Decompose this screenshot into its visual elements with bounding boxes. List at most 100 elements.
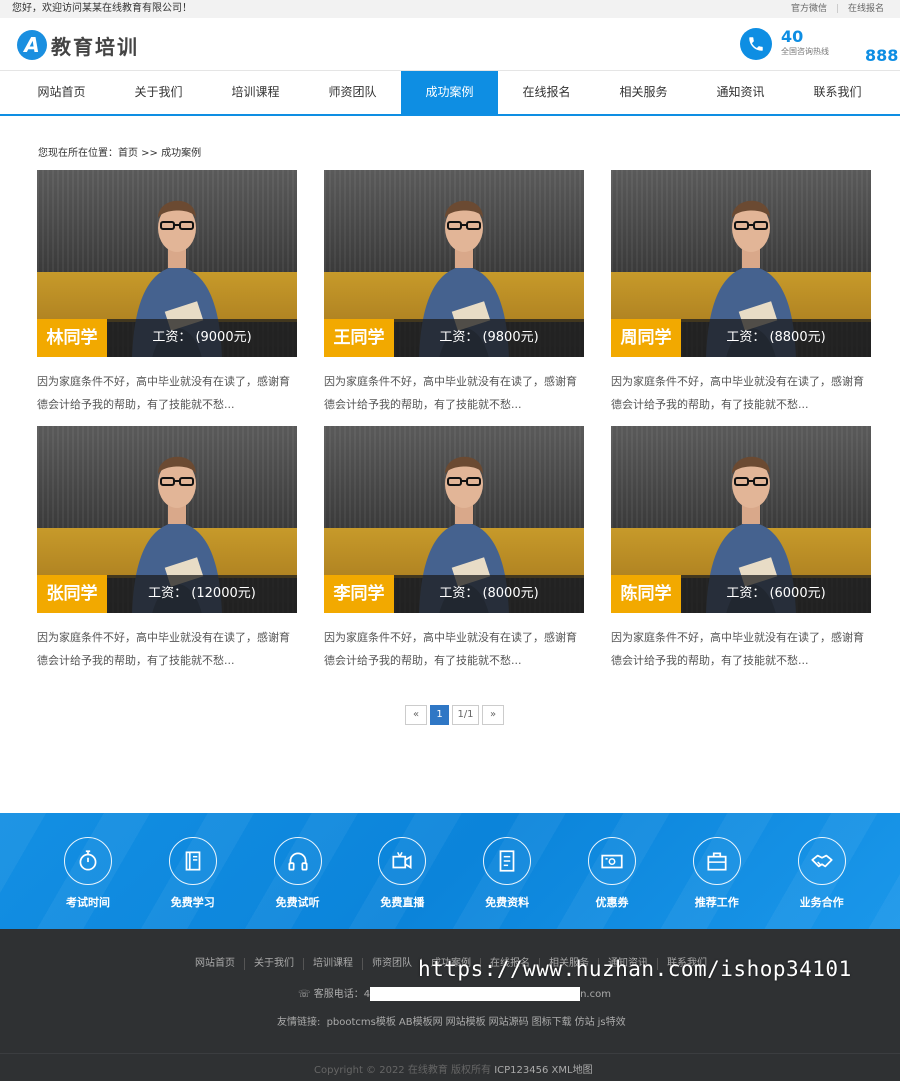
service-item[interactable]: 免费直播 — [357, 837, 447, 910]
signup-link[interactable]: 在线报名 — [848, 4, 884, 14]
nav-item[interactable]: 相关服务 — [595, 71, 692, 114]
logo-text: 教育培训 — [51, 34, 139, 59]
nav-item[interactable]: 网站首页 — [13, 71, 110, 114]
service-label: 免费试听 — [275, 896, 320, 909]
nav-item[interactable]: 培训课程 — [207, 71, 304, 114]
student-salary: 工资： (12000元) — [148, 586, 256, 601]
student-salary: 工资： (9000元) — [152, 330, 252, 345]
wechat-link[interactable]: 官方微信 — [791, 4, 827, 14]
student-salary: 工资： (8800元) — [726, 330, 826, 345]
footer-phone-label: 客服电话：4 — [313, 989, 371, 1000]
phone-small-icon: ☏ — [298, 989, 311, 1000]
case-image[interactable]: 张同学 工资： (12000元) — [37, 426, 297, 613]
friend-links: 友情链接: pbootcms模板 AB模板网 网站模板 网站源码 图标下载 仿站 js特效 — [277, 1013, 629, 1028]
case-card[interactable]: 张同学 工资： (12000元) 因为家庭条件不好，高中毕业就没有在读了，感谢育… — [37, 426, 297, 672]
sitemap-link[interactable]: XML地图 — [552, 1065, 593, 1076]
breadcrumb: 您现在所在位置：首页 >> 成功案例 — [38, 148, 202, 159]
student-salary: 工资： (8000元) — [439, 586, 539, 601]
footer-nav-item[interactable]: 关于我们 — [244, 958, 303, 970]
case-description[interactable]: 因为家庭条件不好，高中毕业就没有在读了，感谢育德会计给予我的帮助，有了技能就不愁… — [324, 626, 584, 672]
prev-page-button[interactable]: « — [405, 705, 427, 725]
icp-link[interactable]: ICP123456 — [494, 1065, 548, 1076]
service-item[interactable]: 免费资料 — [462, 837, 552, 910]
site-footer: 网站首页 关于我们 培训课程 师资团队 成功案例 在线报名 相关服务 通知资讯 联系我们 ☏ 客… — [0, 929, 900, 1081]
case-image[interactable]: 王同学 工资： (9800元) — [324, 170, 584, 357]
service-label: 免费资料 — [485, 896, 530, 909]
next-page-button[interactable]: » — [482, 705, 504, 725]
friend-link[interactable]: AB模板网 — [399, 1017, 443, 1028]
hotline-number: 40 — [781, 27, 804, 46]
top-bar: 您好，欢迎访问某某在线教育有限公司！ 官方微信 在线报名 — [0, 0, 900, 18]
welcome-text: 您好，欢迎访问某某在线教育有限公司！ — [12, 3, 192, 14]
watermark: https://www.huzhan.com/ishop34101 — [418, 957, 852, 981]
nav-item[interactable]: 师资团队 — [304, 71, 401, 114]
nav-item[interactable]: 在线报名 — [498, 71, 595, 114]
friend-link[interactable]: 网站模板 — [446, 1017, 486, 1028]
service-label: 考试时间 — [66, 896, 110, 909]
hotline-number-tail: 888 — [865, 46, 899, 65]
nav-item[interactable]: 联系我们 — [789, 71, 886, 114]
coupon-icon — [588, 837, 636, 885]
redaction-box — [370, 987, 581, 1001]
service-item[interactable]: 免费试听 — [253, 837, 343, 910]
footer-nav-item[interactable]: 师资团队 — [362, 958, 421, 970]
nav-item[interactable]: 关于我们 — [110, 71, 207, 114]
logo-mark-icon: A — [17, 30, 47, 60]
footer-divider — [0, 1053, 900, 1054]
student-name: 王同学 — [324, 319, 394, 357]
nav-item[interactable]: 通知资讯 — [692, 71, 789, 114]
case-image[interactable]: 林同学 工资： (9000元) — [37, 170, 297, 357]
case-description[interactable]: 因为家庭条件不好，高中毕业就没有在读了，感谢育德会计给予我的帮助，有了技能就不愁… — [37, 370, 297, 416]
footer-copyright: Copyright © 2022 在线教育 版权所有 ICP123456 XML… — [314, 1061, 593, 1076]
service-item[interactable]: 免费学习 — [148, 837, 238, 910]
friend-link[interactable]: 仿站 — [575, 1017, 595, 1028]
site-header: A 教育培训 40 全国咨询热线 888 — [0, 18, 900, 70]
case-image[interactable]: 周同学 工资： (8800元) — [611, 170, 871, 357]
friend-link[interactable]: js特效 — [598, 1017, 626, 1028]
stopwatch-icon — [64, 837, 112, 885]
service-item[interactable]: 业务合作 — [777, 837, 867, 910]
student-name: 陈同学 — [611, 575, 681, 613]
friend-link[interactable]: 图标下载 — [532, 1017, 572, 1028]
case-card[interactable]: 周同学 工资： (8800元) 因为家庭条件不好，高中毕业就没有在读了，感谢育德… — [611, 170, 871, 416]
case-card[interactable]: 李同学 工资： (8000元) 因为家庭条件不好，高中毕业就没有在读了，感谢育德… — [324, 426, 584, 672]
service-strip: 考试时间 免费学习 免费试听 免费直播 免费资料 优惠券 推荐工作 业务合作 — [0, 813, 900, 929]
book-icon — [168, 837, 217, 885]
case-card[interactable]: 林同学 工资： (9000元) 因为家庭条件不好，高中毕业就没有在读了，感谢育德… — [37, 170, 297, 416]
case-image[interactable]: 李同学 工资： (8000元) — [324, 426, 584, 613]
main-nav: 网站首页 关于我们 培训课程 师资团队 成功案例 在线报名 相关服务 通知资讯 联系我们 — [0, 70, 900, 116]
student-name: 张同学 — [37, 575, 107, 613]
site-logo[interactable]: A 教育培训 — [17, 30, 139, 60]
student-name: 林同学 — [37, 319, 107, 357]
footer-phone: ☏ 客服电话：4 n.com — [298, 985, 611, 1001]
friend-link[interactable]: pbootcms模板 — [327, 1017, 396, 1028]
student-name: 李同学 — [324, 575, 394, 613]
student-name: 周同学 — [611, 319, 681, 357]
phone-icon — [740, 28, 772, 60]
case-description[interactable]: 因为家庭条件不好，高中毕业就没有在读了，感谢育德会计给予我的帮助，有了技能就不愁… — [611, 370, 871, 416]
briefcase-icon — [692, 837, 741, 885]
current-page-button[interactable]: 1 — [430, 705, 449, 725]
service-item[interactable]: 优惠券 — [567, 837, 657, 910]
case-card[interactable]: 王同学 工资： (9800元) 因为家庭条件不好，高中毕业就没有在读了，感谢育德… — [324, 170, 584, 416]
footer-nav-item[interactable]: 培训课程 — [303, 958, 362, 970]
video-icon — [378, 837, 427, 885]
pagination: « 1 1/1 » — [405, 705, 504, 725]
case-card[interactable]: 陈同学 工资： (6000元) 因为家庭条件不好，高中毕业就没有在读了，感谢育德… — [611, 426, 871, 672]
copyright-text: Copyright © 2022 在线教育 版权所有 — [314, 1065, 492, 1076]
service-label: 免费学习 — [170, 896, 215, 909]
nav-item[interactable]: 成功案例 — [401, 71, 498, 114]
service-item[interactable]: 考试时间 — [43, 837, 133, 910]
hotline: 40 全国咨询热线 — [740, 28, 829, 60]
top-links: 官方微信 在线报名 — [791, 0, 884, 18]
case-description[interactable]: 因为家庭条件不好，高中毕业就没有在读了，感谢育德会计给予我的帮助，有了技能就不愁… — [37, 626, 297, 672]
student-salary: 工资： (9800元) — [439, 330, 539, 345]
case-description[interactable]: 因为家庭条件不好，高中毕业就没有在读了，感谢育德会计给予我的帮助，有了技能就不愁… — [611, 626, 871, 672]
case-image[interactable]: 陈同学 工资： (6000元) — [611, 426, 871, 613]
service-item[interactable]: 推荐工作 — [672, 837, 762, 910]
friend-link[interactable]: 网站源码 — [489, 1017, 529, 1028]
page-total: 1/1 — [452, 705, 479, 725]
footer-nav-item[interactable]: 网站首页 — [195, 958, 244, 970]
footer-phone-tail: n.com — [580, 989, 611, 1000]
case-description[interactable]: 因为家庭条件不好，高中毕业就没有在读了，感谢育德会计给予我的帮助，有了技能就不愁… — [324, 370, 584, 416]
